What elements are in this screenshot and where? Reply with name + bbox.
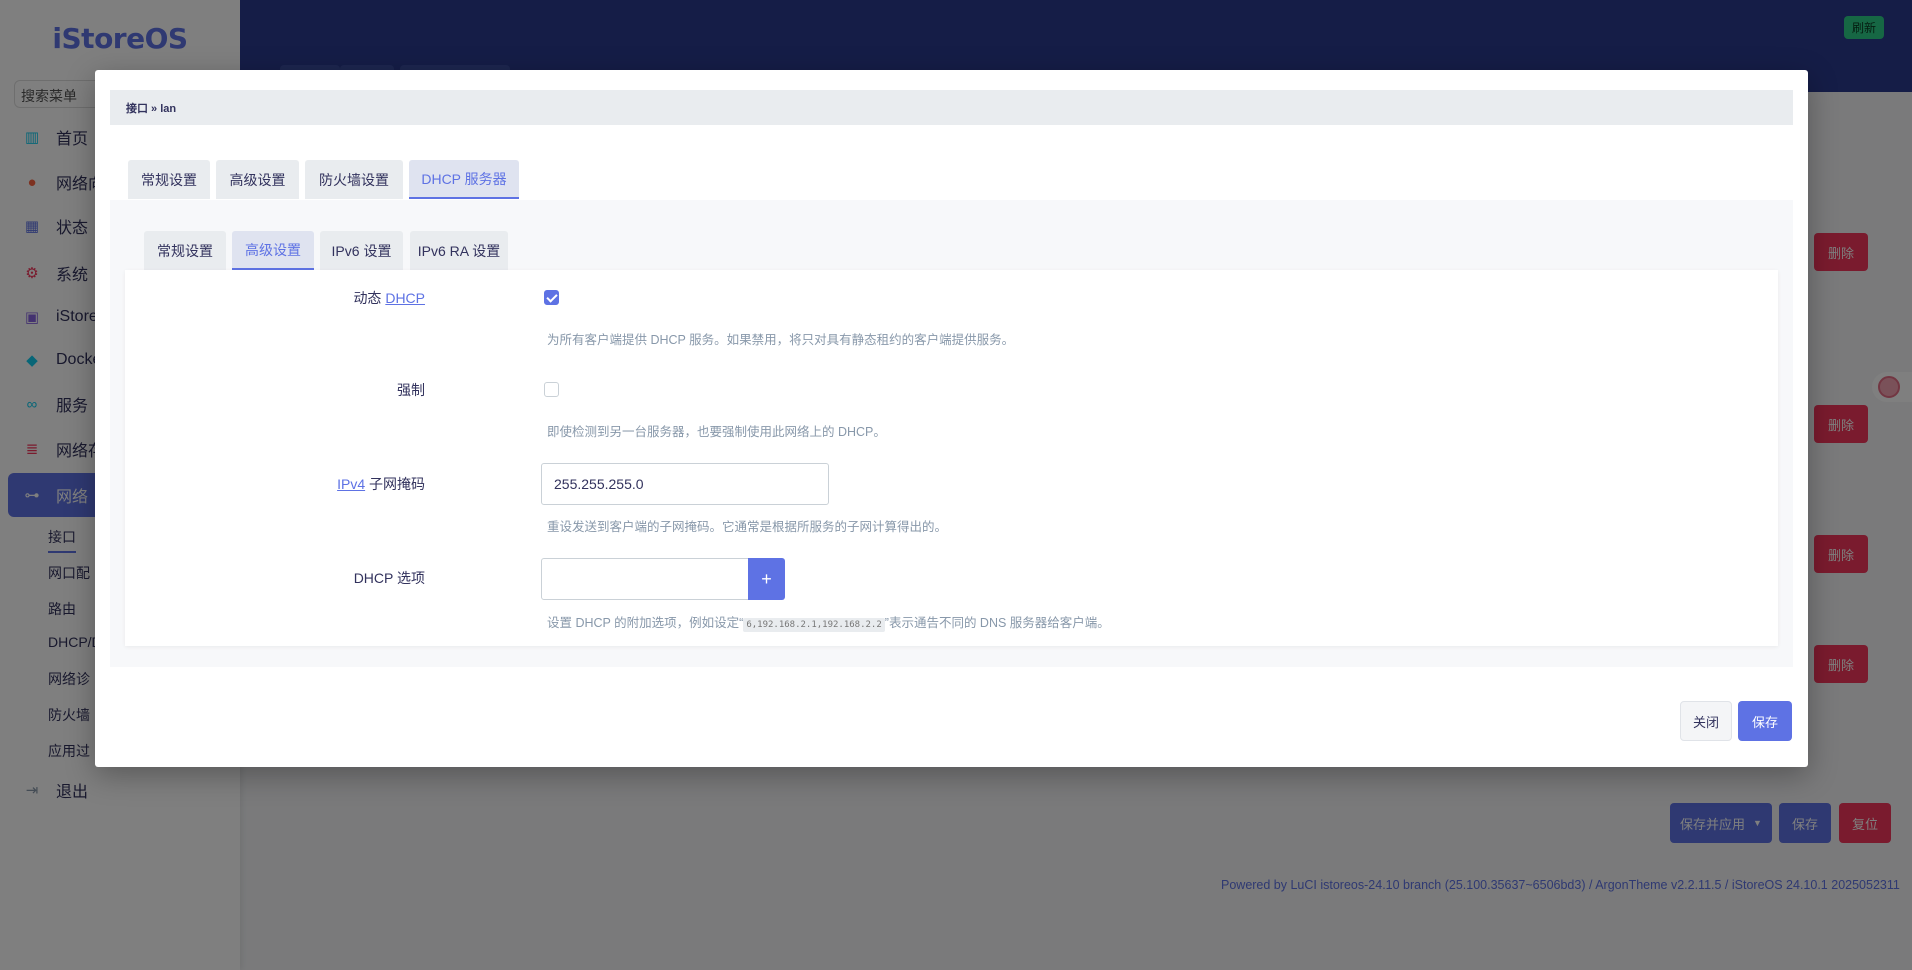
save-button[interactable]: 保存 — [1738, 701, 1792, 741]
dynamic-dhcp-help: 为所有客户端提供 DHCP 服务。如果禁用，将只对具有静态租约的客户端提供服务。 — [547, 333, 1015, 347]
dynamic-dhcp-label: 动态 DHCP — [353, 290, 425, 306]
subtab-general[interactable]: 常规设置 — [144, 231, 226, 270]
tab-advanced[interactable]: 高级设置 — [216, 160, 299, 199]
tab-firewall[interactable]: 防火墙设置 — [305, 160, 403, 199]
dhcp-options-label: DHCP 选项 — [353, 570, 425, 586]
subtab-ipv6[interactable]: IPv6 设置 — [320, 231, 403, 270]
tab-general[interactable]: 常规设置 — [128, 160, 210, 199]
advanced-settings-form: 动态 DHCP 为所有客户端提供 DHCP 服务。如果禁用，将只对具有静态租约的… — [125, 270, 1778, 646]
force-help: 即使检测到另一台服务器，也要强制使用此网络上的 DHCP。 — [547, 425, 886, 439]
example-code: 6,192.168.2.1,192.168.2.2 — [743, 618, 885, 632]
dhcp-options-input[interactable] — [541, 558, 749, 600]
add-option-button[interactable]: + — [748, 558, 785, 600]
netmask-help: 重设发送到客户端的子网掩码。它通常是根据所服务的子网计算得出的。 — [547, 520, 948, 534]
tab-dhcp-server[interactable]: DHCP 服务器 — [409, 160, 519, 199]
subtab-advanced[interactable]: 高级设置 — [232, 231, 314, 270]
dynamic-dhcp-checkbox[interactable] — [544, 290, 559, 305]
netmask-label: IPv4 子网掩码 — [337, 476, 425, 492]
force-checkbox[interactable] — [544, 382, 559, 397]
force-label: 强制 — [397, 382, 425, 398]
close-button[interactable]: 关闭 — [1680, 701, 1732, 741]
interface-edit-modal: 接口 » lan 常规设置 高级设置 防火墙设置 DHCP 服务器 常规设置 高… — [95, 70, 1808, 767]
dhcp-options-help: 设置 DHCP 的附加选项，例如设定“ 6,192.168.2.1,192.168… — [547, 616, 1110, 632]
subtab-ipv6-ra[interactable]: IPv6 RA 设置 — [410, 231, 508, 270]
netmask-input[interactable]: 255.255.255.0 — [541, 463, 829, 505]
breadcrumb: 接口 » lan — [110, 90, 1793, 125]
